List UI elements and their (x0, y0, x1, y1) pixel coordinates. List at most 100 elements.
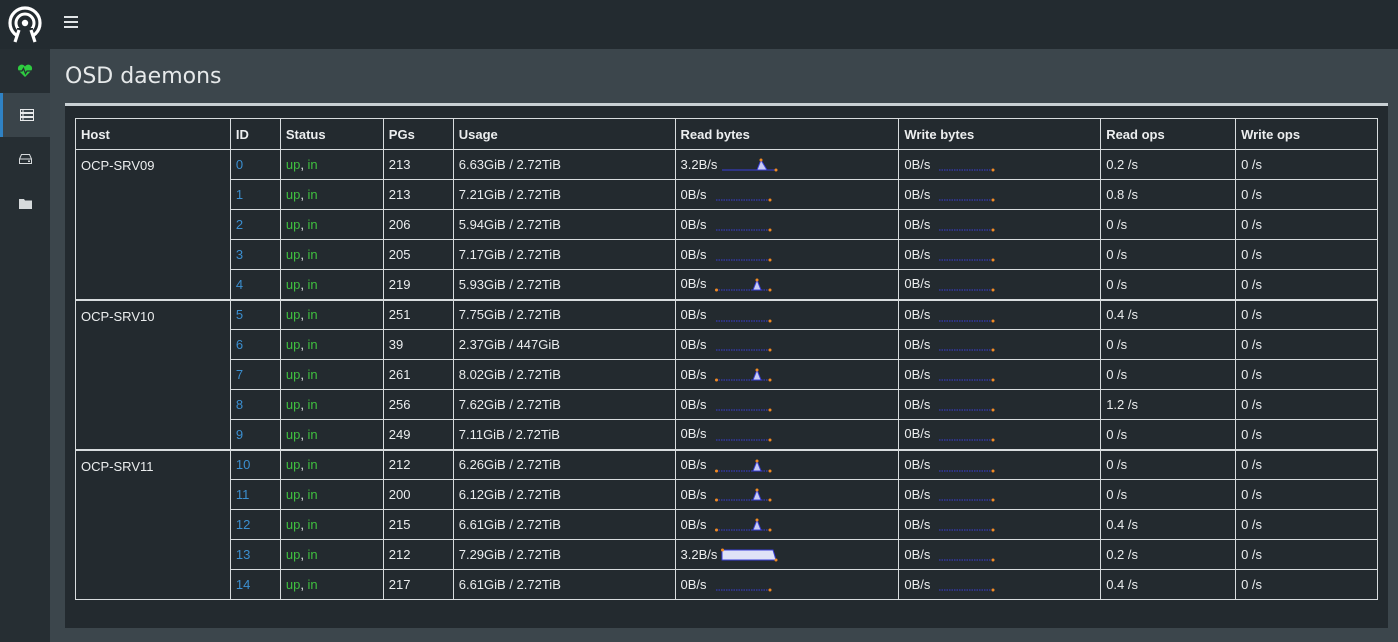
osd-id-link[interactable]: 4 (236, 277, 243, 292)
column-header-usage: Usage (452, 118, 676, 150)
sidebar-item-servers[interactable] (0, 93, 50, 137)
pgs-cell: 256 (382, 389, 454, 420)
osd-id-link[interactable]: 1 (236, 187, 243, 202)
read-bytes-value: 0B/s (680, 186, 707, 202)
status-up: up (285, 367, 301, 382)
table-row: 1 up, in 213 7.21GiB / 2.72TiB 0B/s 0B/s 0.8 /… (76, 179, 1378, 210)
status-up: up (285, 337, 301, 352)
write-bytes-value: 0B/s (904, 516, 931, 532)
osd-id-link[interactable]: 3 (236, 247, 243, 262)
osd-id-link[interactable]: 14 (236, 577, 250, 592)
read-bytes-value: 0B/s (680, 426, 707, 442)
read-bytes-sparkline (715, 408, 772, 412)
read-bytes-value: 0B/s (680, 366, 707, 382)
table-row: 3 up, in 205 7.17GiB / 2.72TiB 0B/s 0B/s 0 /s 0… (76, 239, 1378, 270)
osd-id-link[interactable]: 10 (236, 457, 250, 472)
write-bytes-cell: 0B/s (898, 569, 1102, 600)
pgs-cell: 39 (382, 329, 454, 360)
sidebar-item-filesystem[interactable] (0, 181, 50, 225)
read-bytes-cell: 0B/s (674, 329, 900, 360)
osd-id-link[interactable]: 0 (236, 157, 243, 172)
osd-id-link[interactable]: 8 (236, 397, 243, 412)
write-bytes-cell: 0B/s (898, 539, 1102, 570)
read-ops-cell: 0.8 /s (1100, 179, 1237, 210)
column-header-status: Status (279, 118, 384, 150)
host-cell: OCP-SRV09 (75, 149, 231, 300)
table-row: 2 up, in 206 5.94GiB / 2.72TiB 0B/s 0B/s 0 /s 0… (76, 209, 1378, 240)
osd-id-cell: 7 (229, 359, 281, 390)
pgs-cell: 261 (382, 359, 454, 390)
read-bytes-sparkline (714, 368, 772, 382)
osd-id-cell: 11 (229, 479, 281, 510)
table-row: 13 up, in 212 7.29GiB / 2.72TiB 3.2B/s 0B/s 0.… (76, 539, 1378, 570)
pgs-cell: 213 (382, 149, 454, 180)
osd-id-link[interactable]: 9 (236, 427, 243, 442)
osd-id-link[interactable]: 6 (236, 337, 243, 352)
write-bytes-sparkline (939, 498, 995, 502)
usage-cell: 8.02GiB / 2.72TiB (452, 359, 676, 390)
pgs-cell: 213 (382, 179, 454, 210)
read-bytes-sparkline (714, 518, 772, 532)
read-bytes-sparkline (714, 459, 772, 473)
read-bytes-sparkline (715, 588, 772, 592)
osd-id-link[interactable]: 11 (236, 487, 250, 502)
usage-cell: 5.93GiB / 2.72TiB (452, 269, 676, 300)
read-ops-cell: 0.4 /s (1100, 298, 1237, 330)
osd-id-link[interactable]: 12 (236, 517, 250, 532)
read-bytes-cell: 0B/s (674, 269, 900, 300)
host-cell: OCP-SRV10 (75, 298, 231, 450)
table-row: 4 up, in 219 5.93GiB / 2.72TiB 0B/s 0B/s 0 /s 0… (76, 269, 1378, 300)
status-up: up (285, 577, 301, 592)
sidebar-item-health[interactable] (0, 49, 50, 93)
status-in: in (307, 307, 318, 323)
pgs-cell: 206 (382, 209, 454, 240)
write-ops-cell: 0 /s (1235, 448, 1378, 480)
write-bytes-value: 0B/s (904, 366, 931, 382)
hamburger-icon[interactable] (64, 16, 78, 30)
read-bytes-value: 0B/s (680, 576, 707, 592)
status-up: up (285, 426, 301, 442)
table-row: OCP-SRV09 0 up, in 213 6.63GiB / 2.72TiB 3.2B… (75, 149, 1378, 300)
read-bytes-cell: 0B/s (674, 389, 900, 420)
write-bytes-value: 0B/s (904, 306, 931, 322)
status-up: up (285, 397, 301, 412)
write-bytes-sparkline (939, 319, 995, 323)
osd-id-link[interactable]: 5 (236, 307, 243, 322)
table-row: 6 up, in 39 2.37GiB / 447GiB 0B/s 0B/s 0 /s 0 /… (76, 329, 1378, 360)
write-bytes-cell: 0B/s (898, 209, 1102, 240)
status-cell: up, in (279, 539, 384, 570)
osd-id-cell: 14 (229, 569, 281, 600)
sidebar-item-block[interactable] (0, 137, 50, 181)
read-bytes-sparkline (714, 278, 772, 292)
read-ops-cell: 0.2 /s (1100, 149, 1237, 180)
osd-id-cell: 8 (229, 389, 281, 420)
ceph-logo-icon[interactable] (6, 6, 44, 44)
write-bytes-cell: 0B/s (898, 448, 1102, 480)
write-bytes-cell: 0B/s (898, 179, 1102, 210)
status-separator: , (300, 367, 308, 382)
status-separator: , (300, 217, 308, 232)
status-cell: up, in (279, 149, 384, 180)
osd-id-cell: 12 (229, 509, 281, 540)
status-separator: , (300, 307, 308, 323)
usage-cell: 7.75GiB / 2.72TiB (452, 298, 676, 330)
osd-id-link[interactable]: 2 (236, 217, 243, 232)
osd-id-link[interactable]: 7 (236, 367, 243, 382)
table-row: 9 up, in 249 7.11GiB / 2.72TiB 0B/s 0B/s 0 /s 0… (76, 419, 1378, 450)
pgs-cell: 251 (382, 298, 454, 330)
osd-id-cell: 4 (229, 269, 281, 300)
write-ops-cell: 0 /s (1235, 359, 1378, 390)
read-bytes-value: 0B/s (680, 396, 707, 412)
usage-cell: 5.94GiB / 2.72TiB (452, 209, 676, 240)
osd-id-link[interactable]: 13 (236, 547, 250, 562)
osd-id-cell: 0 (229, 149, 281, 180)
write-bytes-cell: 0B/s (898, 389, 1102, 420)
column-header-id: ID (229, 118, 281, 150)
write-ops-cell: 0 /s (1235, 539, 1378, 570)
read-bytes-sparkline (715, 198, 772, 202)
status-cell: up, in (279, 298, 384, 330)
read-bytes-cell: 3.2B/s (674, 149, 900, 180)
status-separator: , (300, 247, 308, 262)
osd-id-cell: 13 (229, 539, 281, 570)
read-bytes-cell: 0B/s (674, 359, 900, 390)
